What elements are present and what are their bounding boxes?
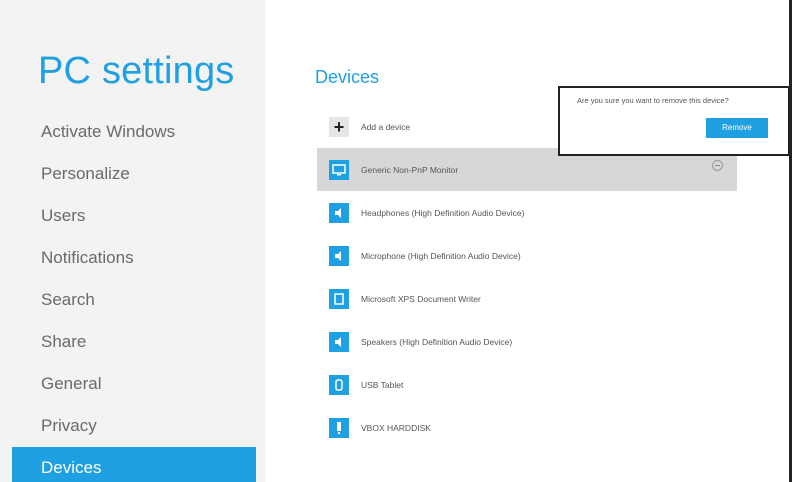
device-label: USB Tablet — [361, 379, 404, 390]
page-title: PC settings — [38, 50, 235, 92]
device-list: + Add a device Generic Non-PnP Monitor H… — [317, 105, 737, 449]
sidebar-item-devices[interactable]: Devices — [12, 447, 256, 482]
main-content: Devices + Add a device Generic Non-PnP M… — [265, 0, 797, 482]
speaker-icon — [329, 202, 349, 223]
device-label: Speakers (High Definition Audio Device) — [361, 336, 513, 347]
sidebar-item-users[interactable]: Users — [12, 195, 256, 237]
speaker-icon — [329, 245, 349, 266]
remove-confirm-flyout: Are you sure you want to remove this dev… — [558, 86, 790, 156]
sidebar: PC settings Activate Windows Personalize… — [0, 0, 265, 482]
device-row[interactable]: VBOX HARDDISK — [317, 406, 737, 449]
sidebar-item-privacy[interactable]: Privacy — [12, 405, 256, 447]
usb-drive-icon — [329, 417, 349, 438]
device-label: Microsoft XPS Document Writer — [361, 293, 481, 304]
device-label: Add a device — [361, 121, 411, 132]
sidebar-nav: Activate Windows Personalize Users Notif… — [12, 111, 256, 482]
device-label: Generic Non-PnP Monitor — [361, 164, 459, 175]
sidebar-item-search[interactable]: Search — [12, 279, 256, 321]
mouse-icon — [329, 374, 349, 395]
sidebar-item-general[interactable]: General — [12, 363, 256, 405]
speaker-icon — [329, 331, 349, 352]
monitor-icon — [329, 159, 349, 180]
sidebar-item-activate-windows[interactable]: Activate Windows — [12, 111, 256, 153]
device-row[interactable]: Headphones (High Definition Audio Device… — [317, 191, 737, 234]
sidebar-item-share[interactable]: Share — [12, 321, 256, 363]
device-row[interactable]: Microsoft XPS Document Writer — [317, 277, 737, 320]
device-label: Headphones (High Definition Audio Device… — [361, 207, 525, 218]
plus-icon: + — [329, 116, 349, 137]
section-title: Devices — [315, 67, 380, 87]
flyout-message: Are you sure you want to remove this dev… — [577, 96, 729, 105]
device-row[interactable]: Speakers (High Definition Audio Device) — [317, 320, 737, 363]
remove-icon[interactable] — [712, 160, 723, 171]
device-label: Microphone (High Definition Audio Device… — [361, 250, 521, 261]
device-row[interactable]: USB Tablet — [317, 363, 737, 406]
remove-button[interactable]: Remove — [706, 118, 768, 138]
device-row[interactable]: Microphone (High Definition Audio Device… — [317, 234, 737, 277]
printer-icon — [329, 288, 349, 309]
sidebar-item-personalize[interactable]: Personalize — [12, 153, 256, 195]
sidebar-item-notifications[interactable]: Notifications — [12, 237, 256, 279]
window-edge — [789, 0, 792, 482]
device-label: VBOX HARDDISK — [361, 422, 431, 433]
